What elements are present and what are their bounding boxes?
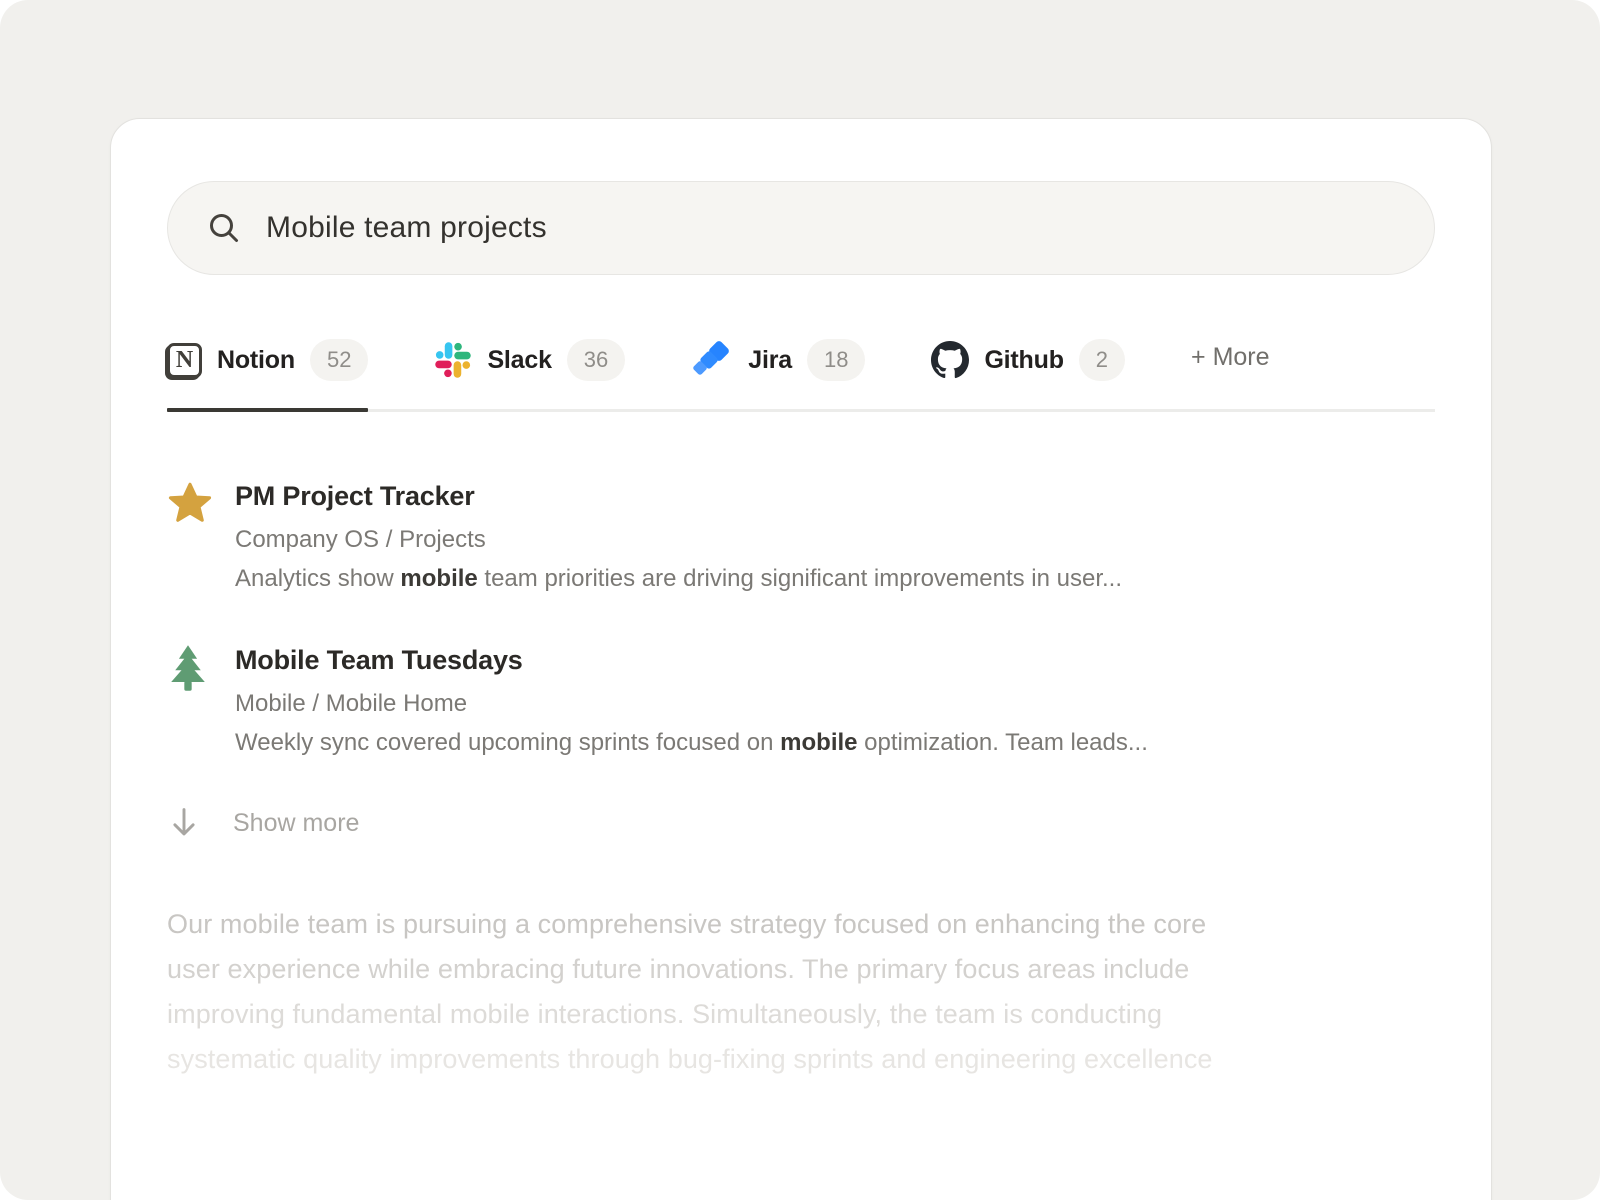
slack-logo-icon (434, 341, 472, 379)
summary-line: systematic quality improvements through … (167, 1037, 1435, 1082)
ai-summary-text: Our mobile team is pursuing a comprehens… (167, 902, 1435, 1082)
show-more-label: Show more (233, 809, 359, 838)
summary-line: improving fundamental mobile interaction… (167, 992, 1435, 1037)
result-body: PM Project Tracker Company OS / Projects… (235, 478, 1122, 594)
summary-line: user experience while embracing future i… (167, 947, 1435, 992)
arrow-down-icon (169, 806, 199, 840)
star-icon (167, 480, 213, 526)
snippet-text: team priorities are driving significant … (478, 565, 1122, 592)
jira-logo-icon (691, 339, 733, 381)
result-count-badge: 36 (567, 339, 625, 381)
tab-label: Github (984, 346, 1063, 375)
result-snippet: Analytics show mobile team priorities ar… (235, 564, 1122, 594)
summary-line: Our mobile team is pursuing a comprehens… (167, 902, 1435, 947)
search-input[interactable] (266, 211, 1396, 245)
snippet-text: optimization. Team leads... (858, 729, 1148, 756)
tab-notion[interactable]: N Notion 52 (167, 339, 368, 409)
result-breadcrumb: Company OS / Projects (235, 525, 1122, 555)
search-results-card: N Notion 52 Slack 36 (110, 118, 1492, 1200)
search-icon (206, 210, 242, 246)
tree-icon (167, 644, 209, 692)
tab-github[interactable]: Github 2 (931, 339, 1125, 409)
result-count-badge: 18 (807, 339, 865, 381)
result-title: PM Project Tracker (235, 478, 1122, 514)
snippet-highlight: mobile (780, 729, 857, 756)
snippet-text: Analytics show (235, 565, 400, 592)
result-row-mobile-team-tuesdays[interactable]: Mobile Team Tuesdays Mobile / Mobile Hom… (167, 642, 1435, 758)
result-count-badge: 2 (1079, 339, 1125, 381)
result-count-badge: 52 (310, 339, 368, 381)
tab-label: Notion (217, 346, 295, 375)
tab-jira[interactable]: Jira 18 (691, 339, 865, 409)
tab-label: Jira (748, 346, 792, 375)
tab-slack[interactable]: Slack 36 (434, 339, 625, 409)
tab-label: Slack (487, 346, 551, 375)
github-logo-icon (931, 341, 969, 379)
result-row-pm-project-tracker[interactable]: PM Project Tracker Company OS / Projects… (167, 478, 1435, 594)
app-background: N Notion 52 Slack 36 (0, 0, 1600, 1200)
result-breadcrumb: Mobile / Mobile Home (235, 689, 1148, 719)
snippet-highlight: mobile (400, 565, 477, 592)
notion-logo-icon: N (167, 343, 202, 378)
tab-label: + More (1191, 343, 1270, 372)
results-list: PM Project Tracker Company OS / Projects… (167, 478, 1435, 758)
search-bar[interactable] (167, 181, 1435, 275)
source-tabs: N Notion 52 Slack 36 (167, 339, 1435, 412)
result-body: Mobile Team Tuesdays Mobile / Mobile Hom… (235, 642, 1148, 758)
snippet-text: Weekly sync covered upcoming sprints foc… (235, 729, 780, 756)
result-snippet: Weekly sync covered upcoming sprints foc… (235, 728, 1148, 758)
show-more-button[interactable]: Show more (167, 806, 1435, 840)
tab-more[interactable]: + More (1191, 339, 1270, 400)
result-title: Mobile Team Tuesdays (235, 642, 1148, 678)
